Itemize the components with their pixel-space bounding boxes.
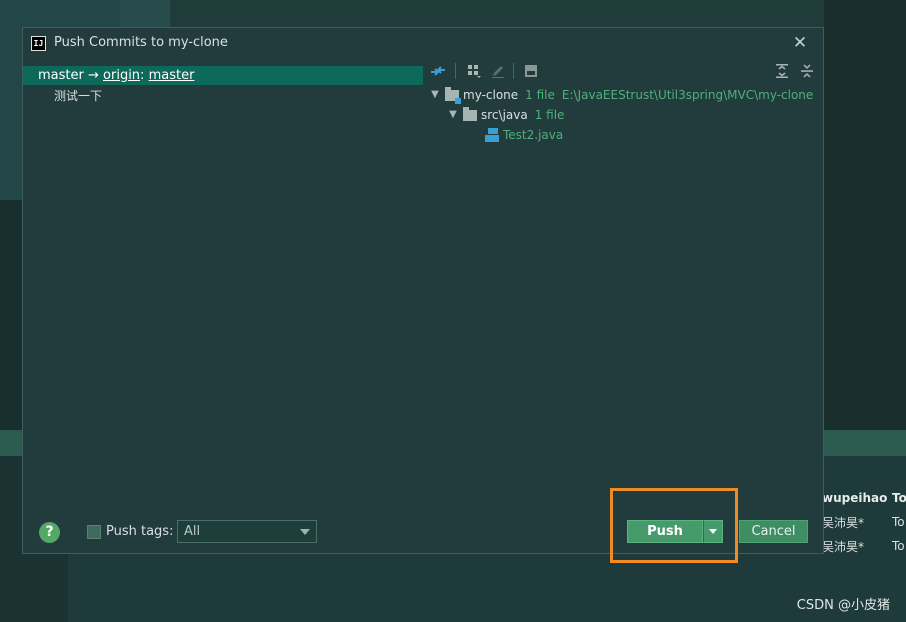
- pull-push-icon[interactable]: [429, 62, 447, 80]
- remote-link[interactable]: origin: [103, 68, 140, 83]
- table-row[interactable]: 吴沛昊* To: [818, 510, 906, 534]
- log-table: wupeihao To 吴沛昊* To 吴沛昊* To: [818, 486, 906, 562]
- ide-background-panel: [824, 0, 906, 430]
- branch-mapping-row[interactable]: master → origin: master: [23, 66, 423, 85]
- push-tags-value: All: [184, 524, 201, 539]
- folder-icon: [463, 106, 477, 121]
- changes-pane: ▼ my-clone 1 file E:\JavaEEStrust\Util3s…: [423, 58, 823, 508]
- chevron-down-icon: [300, 529, 310, 535]
- column-header-author: wupeihao: [822, 491, 888, 505]
- ide-background-panel: [120, 0, 170, 28]
- preview-icon[interactable]: [522, 62, 540, 80]
- local-branch: master: [38, 68, 84, 83]
- chevron-down-icon[interactable]: ▼: [447, 105, 459, 125]
- help-icon[interactable]: ?: [39, 522, 60, 543]
- table-row[interactable]: 吴沛昊* To: [818, 534, 906, 558]
- cell-next: To: [892, 515, 905, 529]
- folder-file-count: 1 file: [534, 108, 565, 122]
- table-header: wupeihao To: [818, 486, 906, 510]
- root-path: E:\JavaEEStrust\Util3spring\MVC\my-clone: [561, 88, 814, 102]
- group-by-icon[interactable]: [465, 62, 483, 80]
- collapse-all-icon[interactable]: [798, 62, 816, 80]
- tree-folder-row[interactable]: ▼ src\java 1 file: [447, 105, 564, 125]
- edit-icon[interactable]: [489, 62, 507, 80]
- separator: :: [140, 68, 145, 83]
- annotation-highlight-box: [610, 488, 738, 563]
- root-file-count: 1 file: [525, 88, 555, 102]
- commit-item[interactable]: 测试一下: [54, 87, 102, 104]
- dialog-titlebar[interactable]: IJ Push Commits to my-clone ✕: [23, 28, 823, 58]
- chevron-down-icon[interactable]: ▼: [429, 85, 441, 105]
- watermark: CSDN @小皮猪: [796, 598, 890, 613]
- remote-branch-link[interactable]: master: [149, 68, 195, 83]
- toolbar-separator: [513, 63, 514, 79]
- expand-all-icon[interactable]: [773, 62, 791, 80]
- changes-toolbar: [423, 58, 823, 84]
- commits-pane: master → origin: master 测试一下: [23, 66, 423, 506]
- column-header-next: To: [892, 491, 906, 505]
- java-file-icon: [485, 128, 499, 142]
- push-tags-checkbox[interactable]: [87, 525, 101, 539]
- close-icon[interactable]: ✕: [791, 34, 809, 52]
- file-name: Test2.java: [503, 128, 564, 142]
- cell-author: 吴沛昊*: [822, 515, 865, 530]
- toolbar-separator: [455, 63, 456, 79]
- dialog-title: Push Commits to my-clone: [54, 35, 228, 50]
- cell-next: To: [892, 539, 905, 553]
- push-dialog: IJ Push Commits to my-clone ✕ master → o…: [22, 27, 824, 554]
- push-tags-select[interactable]: All: [177, 520, 317, 543]
- intellij-app-icon: IJ: [31, 36, 46, 51]
- arrow-icon: →: [87, 68, 99, 83]
- root-name: my-clone: [463, 88, 519, 102]
- tree-root-row[interactable]: ▼ my-clone 1 file E:\JavaEEStrust\Util3s…: [429, 85, 813, 105]
- cell-author: 吴沛昊*: [822, 539, 865, 554]
- folder-name: src\java: [481, 108, 528, 122]
- cancel-button[interactable]: Cancel: [739, 520, 808, 543]
- tree-file-row[interactable]: Test2.java: [485, 125, 563, 145]
- push-tags-label: Push tags:: [106, 524, 174, 539]
- module-folder-icon: [445, 86, 461, 104]
